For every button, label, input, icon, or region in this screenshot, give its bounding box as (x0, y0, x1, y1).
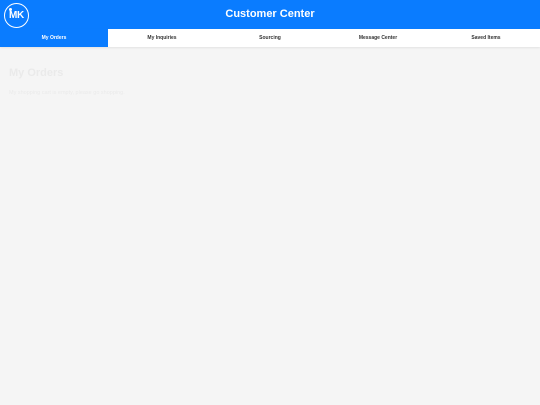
tab-sourcing[interactable]: Sourcing (216, 29, 324, 47)
empty-cart-message: My shopping cart is empty, please go sho… (9, 90, 125, 96)
tab-message-center[interactable]: Message Center (324, 29, 432, 47)
app-header: MK Customer Center (0, 0, 540, 29)
tab-my-orders[interactable]: My Orders (0, 29, 108, 47)
tab-my-inquiries[interactable]: My Inquiries (108, 29, 216, 47)
tab-bar: My Orders My Inquiries Sourcing Message … (0, 29, 540, 47)
tab-saved-items[interactable]: Saved Items (432, 29, 540, 47)
page-header-title: Customer Center (225, 8, 315, 20)
page-title: My Orders (9, 67, 64, 79)
